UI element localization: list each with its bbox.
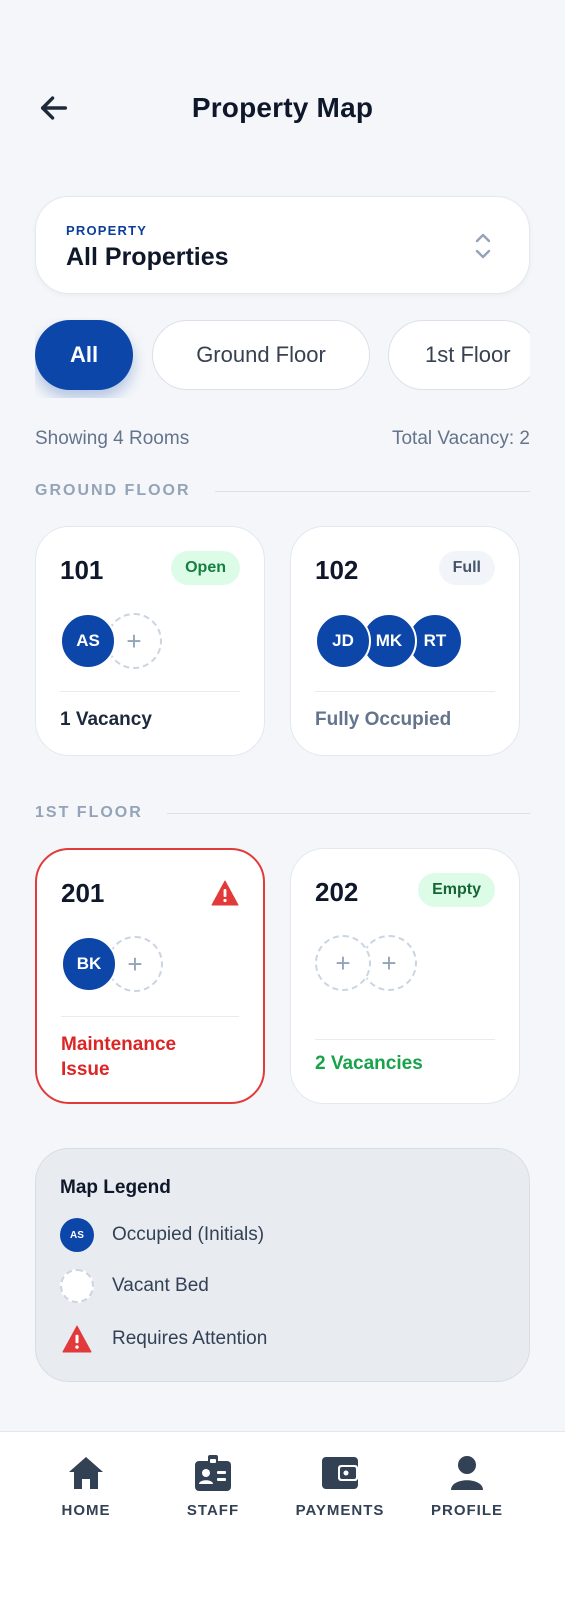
- nav-item-home[interactable]: HOME: [31, 1454, 141, 1519]
- section-divider: [214, 490, 530, 492]
- room-number: 101: [60, 555, 104, 585]
- vacant-bed-plus-icon[interactable]: +: [315, 935, 371, 991]
- page-title: Property Map: [191, 92, 374, 123]
- status-badge: Open: [171, 551, 240, 585]
- section-title: 1ST FLOOR: [35, 804, 143, 821]
- filter-chip-all[interactable]: All: [35, 320, 133, 390]
- occupied-sample-avatar: AS: [60, 1218, 94, 1252]
- card-divider: [61, 1016, 239, 1017]
- section-ground-floor: GROUND FLOOR: [35, 481, 530, 501]
- occupant-avatar[interactable]: BK: [61, 936, 117, 992]
- status-badge: Empty: [418, 873, 495, 907]
- summary-bar: Showing 4 Rooms Total Vacancy: 2: [35, 428, 530, 450]
- nav-item-staff[interactable]: STAFF: [158, 1454, 268, 1519]
- property-select[interactable]: PROPERTY All Properties: [35, 196, 530, 294]
- property-value: All Properties: [66, 243, 229, 271]
- nav-label: PROFILE: [430, 1502, 503, 1519]
- room-card-101[interactable]: 101 Open AS + 1 Vacancy: [35, 526, 265, 756]
- person-icon: [451, 1456, 483, 1490]
- nav-label: STAFF: [186, 1502, 240, 1519]
- nav-label: HOME: [61, 1502, 111, 1519]
- rooms-count: Showing 4 Rooms: [35, 428, 190, 449]
- legend-item-vacant: Vacant Bed: [60, 1268, 209, 1304]
- room-status: 2 Vacancies: [315, 1053, 423, 1074]
- room-status-line: Issue: [61, 1059, 110, 1080]
- status-badge: Full: [438, 551, 495, 585]
- room-number: 201: [61, 878, 105, 908]
- room-status: Maintenance Issue: [61, 1032, 176, 1082]
- legend-label: Occupied (Initials): [112, 1224, 265, 1245]
- section-divider: [166, 812, 530, 814]
- card-divider: [315, 691, 495, 692]
- filter-chips: All Ground Floor 1st Floor: [35, 318, 530, 398]
- occupant-avatar[interactable]: AS: [60, 613, 116, 669]
- room-number: 202: [315, 877, 359, 907]
- room-number: 102: [315, 555, 359, 585]
- warning-triangle-icon: [62, 1325, 92, 1353]
- room-card-201[interactable]: 201 BK + Maintenance Issue: [35, 848, 265, 1104]
- map-legend: Map Legend AS Occupied (Initials) Vacant…: [35, 1148, 530, 1382]
- chevron-up-down-icon: [475, 233, 491, 259]
- legend-title: Map Legend: [60, 1177, 171, 1198]
- room-status-line: Maintenance: [61, 1034, 177, 1055]
- wallet-icon: [322, 1457, 358, 1489]
- card-divider: [60, 691, 240, 692]
- vacant-bed-icon: [60, 1269, 94, 1303]
- total-vacancy: Total Vacancy: 2: [391, 428, 530, 449]
- property-label: PROPERTY: [66, 223, 148, 238]
- warning-triangle-icon: [211, 880, 239, 906]
- legend-item-attention: Requires Attention: [60, 1321, 267, 1357]
- card-divider: [315, 1039, 495, 1040]
- filter-chip-ground-floor[interactable]: Ground Floor: [152, 320, 370, 390]
- nav-item-payments[interactable]: PAYMENTS: [285, 1454, 395, 1519]
- home-icon: [69, 1457, 103, 1489]
- header: Property Map: [0, 78, 565, 138]
- legend-item-occupied: AS Occupied (Initials): [60, 1217, 264, 1253]
- room-status: Fully Occupied: [315, 709, 452, 730]
- legend-label: Vacant Bed: [112, 1275, 209, 1296]
- room-card-102[interactable]: 102 Full JD MK RT Fully Occupied: [290, 526, 520, 756]
- nav-label: PAYMENTS: [295, 1502, 385, 1519]
- occupant-avatar[interactable]: JD: [315, 613, 371, 669]
- staff-badge-icon: [195, 1455, 231, 1491]
- section-1st-floor: 1ST FLOOR: [35, 803, 530, 823]
- section-title: GROUND FLOOR: [35, 482, 191, 499]
- room-card-202[interactable]: 202 Empty + + 2 Vacancies: [290, 848, 520, 1104]
- filter-chip-1st-floor[interactable]: 1st Floor: [388, 320, 530, 390]
- legend-label: Requires Attention: [112, 1328, 268, 1349]
- room-status: 1 Vacancy: [60, 709, 152, 730]
- bottom-nav: HOME STAFF PAYMENTS PROFILE: [0, 1431, 565, 1600]
- nav-item-profile[interactable]: PROFILE: [412, 1454, 522, 1519]
